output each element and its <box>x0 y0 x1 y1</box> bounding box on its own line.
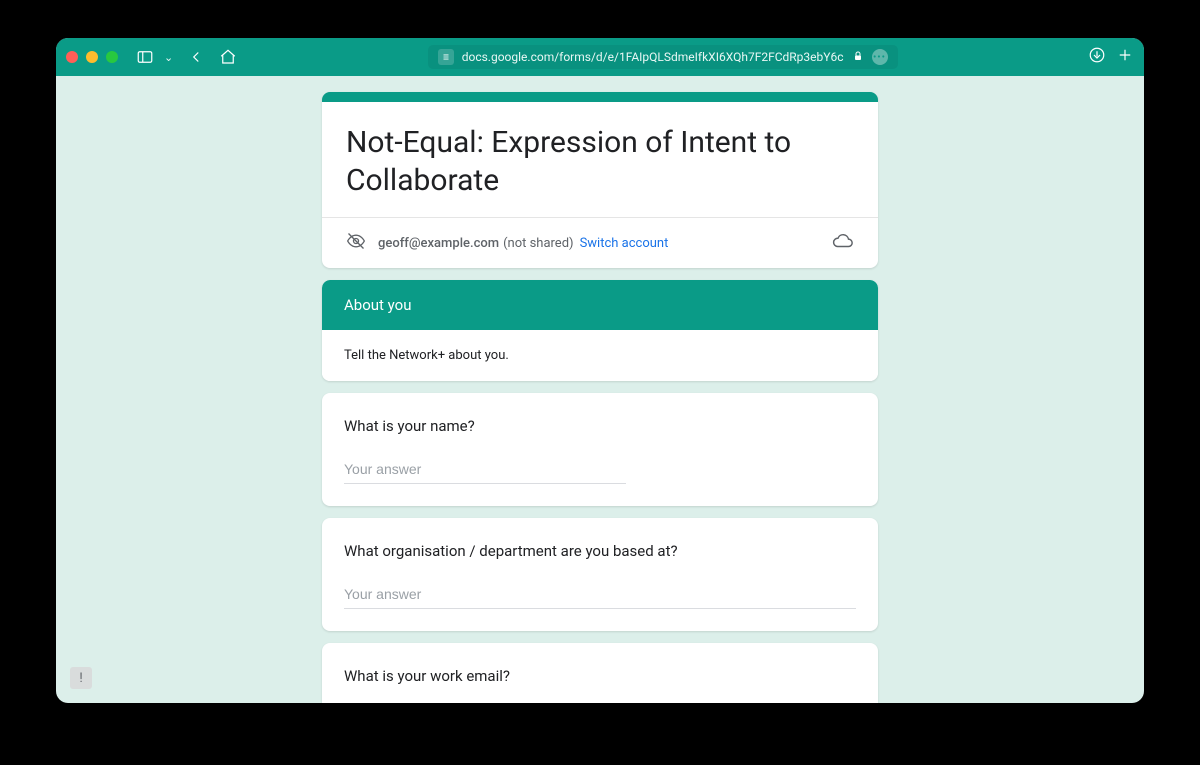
question-card-email: What is your work email? <box>322 643 878 703</box>
form-header-card: Not-Equal: Expression of Intent to Colla… <box>322 92 878 268</box>
more-icon[interactable]: ••• <box>872 49 888 65</box>
browser-toolbar: ⌄ docs.google.com/forms/d/e/1FAIpQLSdmeI… <box>56 38 1144 76</box>
browser-window: ⌄ docs.google.com/forms/d/e/1FAIpQLSdmeI… <box>56 38 1144 703</box>
new-tab-button[interactable] <box>1116 46 1134 68</box>
switch-account-link[interactable]: Switch account <box>580 236 669 251</box>
section-description: Tell the Network+ about you. <box>322 330 878 381</box>
section-title: About you <box>322 280 878 330</box>
chevron-down-icon[interactable]: ⌄ <box>164 51 173 64</box>
not-shared-label: (not shared) <box>503 236 574 251</box>
sidebar-toggle-button[interactable] <box>132 44 158 70</box>
downloads-button[interactable] <box>1088 46 1106 68</box>
privacy-icon <box>346 231 366 255</box>
question-label: What organisation / department are you b… <box>344 542 856 560</box>
question-card-organisation: What organisation / department are you b… <box>322 518 878 631</box>
back-button[interactable] <box>183 44 209 70</box>
question-label: What is your work email? <box>344 667 856 685</box>
url-text: docs.google.com/forms/d/e/1FAIpQLSdmeIfk… <box>462 50 844 64</box>
question-label: What is your name? <box>344 417 856 435</box>
page-content: Not-Equal: Expression of Intent to Colla… <box>56 76 1144 703</box>
cloud-save-icon <box>832 230 854 256</box>
organisation-input[interactable] <box>344 584 856 609</box>
site-list-icon <box>438 49 454 65</box>
minimize-window-button[interactable] <box>86 51 98 63</box>
account-row: geoff@example.com (not shared) Switch ac… <box>322 217 878 268</box>
address-bar[interactable]: docs.google.com/forms/d/e/1FAIpQLSdmeIfk… <box>428 45 898 69</box>
form-title: Not-Equal: Expression of Intent to Colla… <box>322 102 878 217</box>
home-button[interactable] <box>215 44 241 70</box>
name-input[interactable] <box>344 459 626 484</box>
lock-icon <box>852 50 864 65</box>
close-window-button[interactable] <box>66 51 78 63</box>
section-card: About you Tell the Network+ about you. <box>322 280 878 381</box>
account-email: geoff@example.com <box>378 236 499 251</box>
report-problem-button[interactable]: ! <box>70 667 92 689</box>
question-card-name: What is your name? <box>322 393 878 506</box>
window-controls <box>66 51 118 63</box>
maximize-window-button[interactable] <box>106 51 118 63</box>
